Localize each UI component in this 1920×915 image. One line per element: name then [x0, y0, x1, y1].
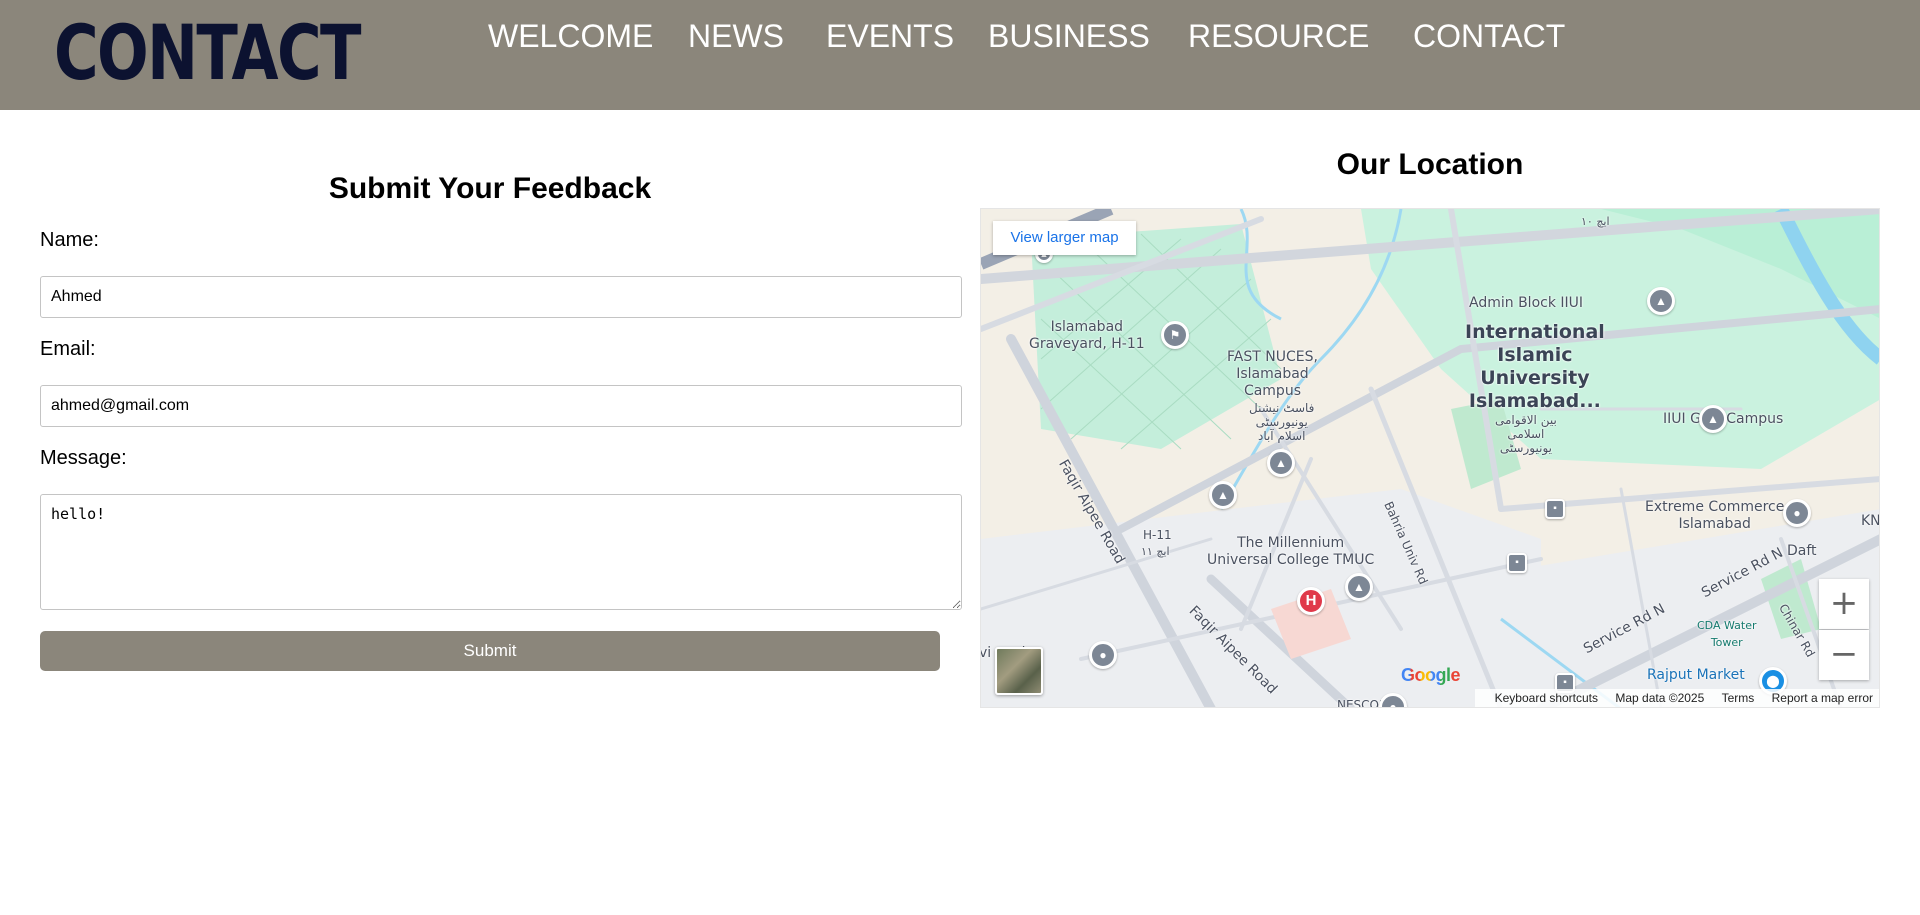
map-label-cda-tower: CDA Water Tower: [1697, 619, 1757, 649]
message-label: Message:: [40, 447, 127, 469]
terms-link[interactable]: Terms: [1722, 691, 1755, 705]
feedback-title: Submit Your Feedback: [328, 172, 652, 205]
view-larger-map-link[interactable]: View larger map: [993, 221, 1136, 255]
nav-resource[interactable]: RESOURCE: [1188, 16, 1369, 56]
map-label-kn: KN: [1861, 513, 1880, 529]
transit-stop-icon[interactable]: ▪: [1545, 499, 1565, 519]
map-label-h11-urdu: ایچ ۱۱: [1141, 545, 1170, 558]
school-pin-icon[interactable]: ▲: [1345, 573, 1373, 601]
map-label-millennium: The Millennium Universal College TMUC: [1207, 535, 1375, 568]
map-label-extreme: Extreme Commerce Islamabad: [1645, 499, 1785, 532]
graveyard-pin-icon[interactable]: ⚑: [1161, 321, 1189, 349]
map-label-rajput: Rajput Market: [1647, 667, 1745, 683]
hospital-pin-icon[interactable]: H: [1297, 587, 1325, 615]
report-map-error-link[interactable]: Report a map error: [1772, 691, 1873, 705]
site-header: CONTACT WELCOME NEWS EVENTS BUSINESS RES…: [0, 0, 1920, 110]
school-pin-icon[interactable]: ▲: [1209, 481, 1237, 509]
submit-button[interactable]: Submit: [40, 631, 940, 671]
email-input[interactable]: [40, 385, 962, 427]
transit-stop-icon[interactable]: ▪: [1507, 553, 1527, 573]
map-label-iiui: International Islamic University Islamabad.…: [1465, 321, 1605, 412]
map-label-admin-block: Admin Block IIUI: [1469, 295, 1584, 311]
nav-business[interactable]: BUSINESS: [988, 16, 1150, 56]
nav-news[interactable]: NEWS: [688, 16, 784, 56]
email-label: Email:: [40, 338, 96, 360]
place-pin-icon[interactable]: ●: [1783, 499, 1811, 527]
site-logo[interactable]: CONTACT: [54, 12, 362, 94]
embedded-map[interactable]: Islamabad Graveyard, H-11 FAST NUCES, Isla…: [980, 208, 1880, 708]
map-data-attribution: Map data ©2025: [1615, 691, 1705, 705]
name-input[interactable]: [40, 276, 962, 318]
place-pin-icon[interactable]: ●: [1089, 641, 1117, 669]
name-label: Name:: [40, 229, 99, 251]
satellite-toggle-button[interactable]: [995, 647, 1043, 695]
map-label-fast: FAST NUCES, Islamabad Campus: [1227, 349, 1318, 399]
message-textarea[interactable]: [40, 494, 962, 610]
map-label-graveyard: Islamabad Graveyard, H-11: [1029, 319, 1145, 352]
map-label-top-urdu: ایچ ۱۰: [1581, 215, 1610, 228]
zoom-out-button[interactable]: −: [1819, 630, 1869, 680]
nav-contact[interactable]: CONTACT: [1413, 16, 1565, 56]
nav-welcome[interactable]: WELCOME: [488, 16, 653, 56]
school-pin-icon[interactable]: ▲: [1699, 405, 1727, 433]
map-label-iiui-urdu: بین الاقوامی اسلامی یونیورسٹی: [1495, 413, 1557, 455]
nav-events[interactable]: EVENTS: [826, 16, 954, 56]
keyboard-shortcuts-link[interactable]: Keyboard shortcuts: [1495, 691, 1598, 705]
school-pin-icon[interactable]: ▲: [1267, 449, 1295, 477]
map-label-h11: H-11: [1143, 528, 1172, 542]
location-title: Our Location: [1336, 148, 1524, 181]
map-footer: Keyboard shortcuts Map data ©2025 Terms …: [1474, 689, 1879, 707]
google-logo-text: Google: [1401, 665, 1461, 685]
map-label-fast-urdu: فاسٹ نیشنل یونیورسٹی اسلام آباد: [1249, 401, 1315, 443]
map-label-daft: Daft: [1787, 543, 1817, 559]
zoom-in-button[interactable]: +: [1819, 579, 1869, 629]
school-pin-icon[interactable]: ▲: [1647, 287, 1675, 315]
google-logo: Google: [1401, 665, 1461, 686]
